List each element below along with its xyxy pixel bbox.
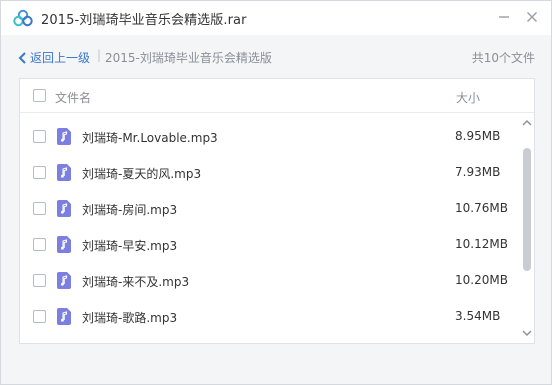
breadcrumb: 2015-刘瑞琦毕业音乐会精选版 (105, 51, 272, 65)
row-checkbox[interactable] (33, 130, 46, 143)
window-title: 2015-刘瑞琦毕业音乐会精选版.rar (41, 13, 247, 28)
table-row[interactable]: 刘瑞琦-Mr.Lovable.mp3 8.95MB (20, 119, 520, 155)
file-size: 10.12MB (455, 237, 508, 251)
file-name: 刘瑞琦-夏天的风.mp3 (82, 167, 202, 181)
back-label: 返回上一级 (30, 51, 91, 65)
chevron-left-icon (18, 51, 26, 64)
select-all-checkbox[interactable] (33, 89, 46, 102)
row-checkbox[interactable] (33, 238, 46, 251)
row-checkbox[interactable] (33, 166, 46, 179)
file-list-panel: 文件名 大小 刘瑞琦-Mr.Lovable.mp3 8.95MB 刘瑞琦-夏天的… (19, 78, 535, 344)
nav-bar: 返回上一级 | 2015-刘瑞琦毕业音乐会精选版 共10个文件 (1, 41, 551, 71)
minimize-icon (499, 16, 509, 18)
table-header: 文件名 大小 (20, 79, 534, 113)
table-row[interactable]: 刘瑞琦-来不及.mp3 10.20MB (20, 263, 520, 299)
file-name: 刘瑞琦-歌路.mp3 (82, 311, 178, 325)
music-file-icon (57, 272, 71, 289)
file-name: 刘瑞琦-Mr.Lovable.mp3 (82, 131, 218, 145)
file-name: 刘瑞琦-早安.mp3 (82, 239, 178, 253)
table-row[interactable]: 刘瑞琦-房间.mp3 10.76MB (20, 191, 520, 227)
music-file-icon (57, 236, 71, 253)
column-header-name: 文件名 (55, 91, 92, 105)
file-name: 刘瑞琦-来不及.mp3 (82, 275, 190, 289)
title-bar: 2015-刘瑞琦毕业音乐会精选版.rar (1, 1, 551, 35)
minimize-button[interactable] (494, 7, 514, 27)
row-checkbox[interactable] (33, 310, 46, 323)
row-checkbox[interactable] (33, 202, 46, 215)
table-row[interactable]: 刘瑞琦-早安.mp3 10.12MB (20, 227, 520, 263)
file-count: 共10个文件 (471, 51, 535, 65)
scrollbar-thumb[interactable] (523, 148, 531, 271)
music-file-icon (57, 164, 71, 181)
music-file-icon (57, 308, 71, 325)
cloud-logo-icon (13, 9, 33, 27)
back-button[interactable]: 返回上一级 (18, 49, 90, 66)
table-row[interactable]: 刘瑞琦-歌路.mp3 3.54MB (20, 299, 520, 335)
column-header-size: 大小 (456, 91, 481, 105)
row-checkbox[interactable] (33, 274, 46, 287)
file-size: 7.93MB (455, 165, 501, 179)
music-file-icon (57, 128, 71, 145)
table-row[interactable]: 刘瑞琦-夏天的风.mp3 7.93MB (20, 155, 520, 191)
close-icon (527, 12, 537, 22)
scroll-down-arrow-icon[interactable] (522, 329, 532, 337)
scroll-up-arrow-icon[interactable] (522, 119, 532, 127)
breadcrumb-separator: | (97, 48, 102, 62)
music-file-icon (57, 200, 71, 217)
file-size: 8.95MB (455, 129, 501, 143)
archive-preview-window: 2015-刘瑞琦毕业音乐会精选版.rar 返回上一级 | 2015-刘瑞琦毕业音… (0, 0, 552, 385)
file-name: 刘瑞琦-房间.mp3 (82, 203, 178, 217)
file-size: 3.54MB (455, 309, 501, 323)
file-size: 10.20MB (455, 273, 508, 287)
file-size: 10.76MB (455, 201, 508, 215)
close-button[interactable] (522, 7, 542, 27)
